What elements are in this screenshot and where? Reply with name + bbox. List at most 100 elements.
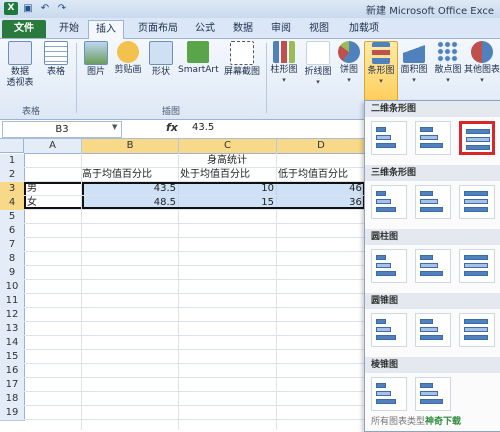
row-header[interactable]: 1 — [0, 154, 25, 169]
chart-subtype-option[interactable] — [415, 121, 451, 155]
chevron-down-icon: ▾ — [316, 78, 320, 86]
clipart-button[interactable]: 剪贴画 — [112, 41, 144, 76]
chart-subtype-option[interactable] — [459, 121, 495, 155]
row-header[interactable]: 11 — [0, 294, 25, 309]
chevron-down-icon[interactable]: ▼ — [112, 123, 117, 131]
smartart-button[interactable]: SmartArt — [178, 41, 219, 76]
tab-addins[interactable]: 加载项 — [344, 20, 384, 38]
chart-subtype-option[interactable] — [371, 313, 407, 347]
row-header[interactable]: 5 — [0, 210, 25, 225]
data-cell-d3[interactable]: 46. — [277, 182, 365, 196]
row-header[interactable]: 4 — [0, 196, 25, 211]
chart-subtype-option[interactable] — [459, 185, 495, 219]
chart-subtype-option[interactable] — [415, 313, 451, 347]
thumbnail-bar — [464, 263, 488, 268]
row-header[interactable]: 17 — [0, 378, 25, 393]
row-label-male[interactable]: 男 — [27, 182, 81, 196]
header-cell-d2[interactable]: 低于均值百分比 — [278, 168, 365, 182]
name-box[interactable]: B3 — [2, 121, 122, 138]
grid-line — [24, 307, 365, 308]
other-charts-button[interactable]: 其他图表 ▾ — [464, 41, 500, 84]
row-header[interactable]: 8 — [0, 252, 25, 267]
tab-data[interactable]: 数据 — [228, 20, 258, 38]
thumbnail-bar — [376, 399, 396, 404]
tab-insert[interactable]: 插入 — [88, 20, 124, 39]
shapes-button[interactable]: 形状 — [148, 41, 174, 78]
chart-subtype-option[interactable] — [459, 313, 495, 347]
section-2d-bar: 二维条形图 — [365, 101, 500, 117]
grid-line — [24, 335, 365, 336]
thumbnail-bar — [464, 207, 488, 212]
line-chart-button[interactable]: 折线图 ▾ — [302, 41, 334, 86]
row-header[interactable]: 2 — [0, 168, 25, 183]
section-pyramid: 棱锥图 — [365, 357, 500, 373]
chart-subtype-option[interactable] — [371, 185, 407, 219]
tab-file[interactable]: 文件 — [2, 20, 46, 38]
other-charts-icon — [471, 41, 493, 63]
thumbnail-bar — [376, 199, 391, 204]
select-all-corner[interactable] — [0, 139, 24, 153]
all-chart-types-link[interactable]: 所有图表类型 — [371, 414, 425, 427]
row-header[interactable]: 12 — [0, 308, 25, 323]
row-header[interactable]: 6 — [0, 224, 25, 239]
row-header[interactable]: 13 — [0, 322, 25, 337]
chart-subtype-option[interactable] — [415, 185, 451, 219]
row-header[interactable]: 7 — [0, 238, 25, 253]
table-button[interactable]: 表格 — [42, 41, 70, 78]
thumbnail-bar — [420, 399, 443, 404]
watermark: 神奇下载 — [425, 417, 462, 427]
data-cell-b4[interactable]: 48.5 — [82, 196, 178, 210]
sheet-title-cell[interactable]: 身高统计 — [178, 154, 276, 168]
row-header[interactable]: 10 — [0, 280, 25, 295]
row-header[interactable]: 19 — [0, 406, 25, 421]
data-cell-c3[interactable]: 10 — [179, 182, 276, 196]
tab-formulas[interactable]: 公式 — [190, 20, 220, 38]
header-cell-b2[interactable]: 高于均值百分比 — [82, 168, 180, 182]
data-cell-c4[interactable]: 15 — [179, 196, 276, 210]
tab-view[interactable]: 视图 — [304, 20, 334, 38]
chart-subtype-option[interactable] — [371, 121, 407, 155]
undo-icon[interactable]: ↶ — [38, 2, 52, 15]
row-header[interactable]: 3 — [0, 182, 25, 197]
bar-chart-icon — [372, 42, 390, 64]
tab-page-layout[interactable]: 页面布局 — [130, 20, 186, 38]
tab-review[interactable]: 审阅 — [266, 20, 296, 38]
header-cell-c2[interactable]: 处于均值百分比 — [180, 168, 278, 182]
pie-chart-button[interactable]: 饼图 ▾ — [336, 41, 362, 84]
chart-subtype-option[interactable] — [459, 249, 495, 283]
data-cell-b3[interactable]: 43.5 — [82, 182, 178, 196]
row-header[interactable]: 15 — [0, 350, 25, 365]
column-header-b[interactable]: B — [82, 139, 179, 154]
chart-subtype-option[interactable] — [415, 377, 451, 411]
redo-icon[interactable]: ↷ — [55, 2, 69, 15]
chart-subtype-option[interactable] — [371, 377, 407, 411]
column-chart-button[interactable]: 柱形图 ▾ — [268, 41, 300, 84]
chart-subtype-option[interactable] — [415, 249, 451, 283]
thumbnail-bar — [466, 129, 490, 134]
scatter-chart-button[interactable]: 散点图 ▾ — [432, 41, 464, 84]
bar-chart-button[interactable]: 条形图 ▾ — [364, 41, 398, 101]
grid-line — [24, 223, 365, 224]
grid-line — [24, 265, 365, 266]
row-header[interactable]: 9 — [0, 266, 25, 281]
thumbnail-bar — [420, 191, 433, 196]
row-label-female[interactable]: 女 — [27, 196, 81, 210]
tab-home[interactable]: 开始 — [52, 20, 86, 38]
picture-button[interactable]: 图片 — [82, 41, 110, 78]
screenshot-button[interactable]: 屏幕截图 — [222, 41, 262, 78]
insert-function-icon[interactable]: fx — [166, 121, 178, 134]
save-icon[interactable]: ▣ — [21, 2, 35, 15]
chevron-down-icon: ▾ — [379, 77, 383, 85]
pivot-table-button[interactable]: 数据 透视表 — [4, 41, 36, 89]
data-cell-d4[interactable]: 36. — [277, 196, 365, 210]
chart-subtype-option[interactable] — [371, 249, 407, 283]
row-header[interactable]: 16 — [0, 364, 25, 379]
formula-input[interactable]: 43.5 — [192, 122, 214, 133]
column-header-c[interactable]: C — [179, 139, 277, 154]
row-header[interactable]: 18 — [0, 392, 25, 407]
row-header[interactable]: 14 — [0, 336, 25, 351]
area-chart-button[interactable]: 面积图 ▾ — [398, 41, 430, 84]
column-header-a[interactable]: A — [24, 139, 82, 154]
worksheet-grid[interactable]: A B C D 1 2 3 4 5 6 7 8 9 10 11 12 13 14 15 16 17 18 19 身高… — [0, 139, 365, 430]
column-header-d[interactable]: D — [277, 139, 365, 154]
